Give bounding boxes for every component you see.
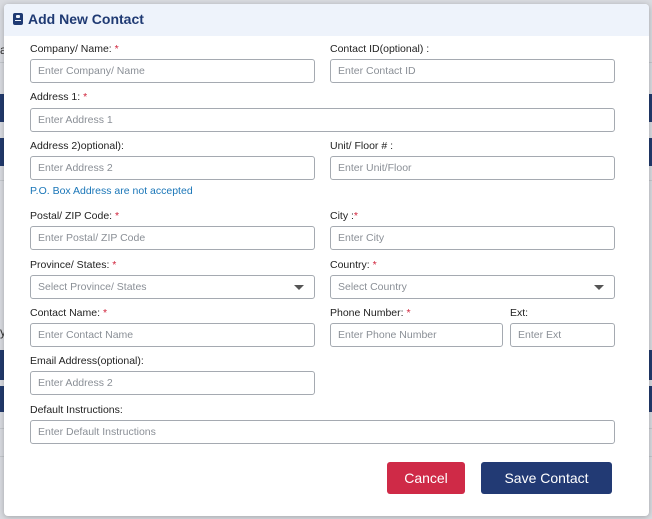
city-placeholder: Enter City — [338, 232, 385, 244]
address1-input[interactable]: Enter Address 1 — [30, 108, 615, 132]
city-label: City :* — [330, 210, 359, 222]
company-label: Company/ Name: * — [30, 43, 119, 55]
postal-label: Postal/ ZIP Code: * — [30, 210, 120, 222]
instructions-label: Default Instructions: — [30, 404, 123, 416]
modal-header: Add New Contact — [4, 4, 649, 36]
company-input[interactable]: Enter Company/ Name — [30, 59, 315, 83]
country-select[interactable]: Select Country — [330, 275, 615, 299]
company-placeholder: Enter Company/ Name — [38, 65, 145, 77]
contact-card-icon — [13, 13, 23, 25]
unit-floor-input[interactable]: Enter Unit/Floor — [330, 156, 615, 180]
modal-title: Add New Contact — [28, 11, 144, 27]
city-input[interactable]: Enter City — [330, 226, 615, 250]
address2-label: Address 2)optional): — [30, 140, 124, 152]
postal-input[interactable]: Enter Postal/ ZIP Code — [30, 226, 315, 250]
contact-id-label: Contact ID(optional) : — [330, 43, 430, 55]
province-select[interactable]: Select Province/ States — [30, 275, 315, 299]
phone-label: Phone Number: * — [330, 307, 411, 319]
contact-name-input[interactable]: Enter Contact Name — [30, 323, 315, 347]
add-contact-modal: Add New Contact Company/ Name: * Enter C… — [4, 4, 649, 516]
address1-label: Address 1: * — [30, 91, 88, 103]
postal-placeholder: Enter Postal/ ZIP Code — [38, 232, 146, 244]
unit-floor-label: Unit/ Floor # : — [330, 140, 394, 152]
country-label: Country: * — [330, 259, 377, 271]
country-placeholder: Select Country — [338, 281, 407, 293]
contact-id-placeholder: Enter Contact ID — [338, 65, 416, 77]
address2-input[interactable]: Enter Address 2 — [30, 156, 315, 180]
province-label: Province/ States: * — [30, 259, 117, 271]
email-label: Email Address(optional): — [30, 355, 144, 367]
address2-placeholder: Enter Address 2 — [38, 162, 113, 174]
po-box-note: P.O. Box Address are not accepted — [30, 185, 193, 197]
ext-placeholder: Enter Ext — [518, 329, 562, 341]
caret-down-icon — [294, 285, 304, 290]
caret-down-icon — [594, 285, 604, 290]
email-input[interactable]: Enter Address 2 — [30, 371, 315, 395]
phone-input[interactable]: Enter Phone Number — [330, 323, 503, 347]
phone-placeholder: Enter Phone Number — [338, 329, 437, 341]
instructions-placeholder: Enter Default Instructions — [38, 426, 156, 438]
contact-name-placeholder: Enter Contact Name — [38, 329, 134, 341]
contact-id-input[interactable]: Enter Contact ID — [330, 59, 615, 83]
ext-input[interactable]: Enter Ext — [510, 323, 615, 347]
address1-placeholder: Enter Address 1 — [38, 114, 113, 126]
save-contact-button[interactable]: Save Contact — [481, 462, 612, 494]
instructions-input[interactable]: Enter Default Instructions — [30, 420, 615, 444]
contact-name-label: Contact Name: * — [30, 307, 108, 319]
province-placeholder: Select Province/ States — [38, 281, 147, 293]
unit-floor-placeholder: Enter Unit/Floor — [338, 162, 412, 174]
cancel-button[interactable]: Cancel — [387, 462, 465, 494]
email-placeholder: Enter Address 2 — [38, 377, 113, 389]
ext-label: Ext: — [510, 307, 529, 319]
